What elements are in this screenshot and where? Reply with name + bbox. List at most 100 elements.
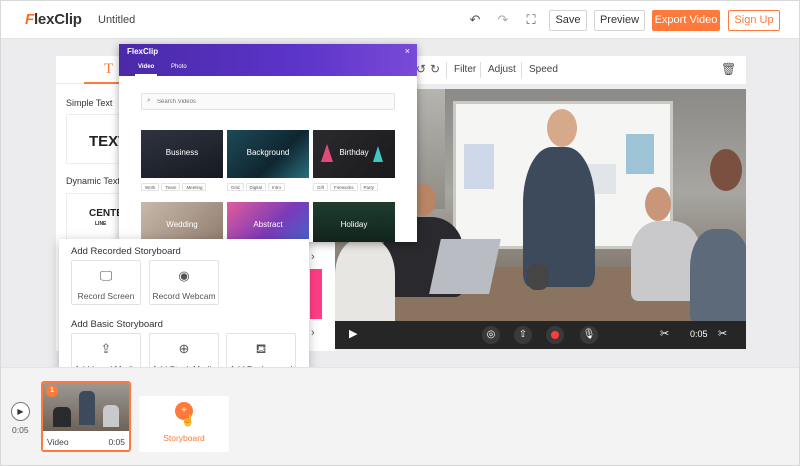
tag[interactable]: Digital [245,183,267,191]
scene-speaker [527,264,549,290]
play-icon[interactable]: ▶ [349,327,357,340]
category-tags: Grid Digital Intro [227,183,287,192]
simple-text-label: Simple Text [66,98,113,108]
add-storyboard-popup: Add Recorded Storyboard 🖵 Record Screen … [59,239,309,385]
scene-person-head [710,149,742,191]
tag[interactable]: Meeting [182,183,207,191]
tag[interactable]: Gift [313,183,329,191]
category-tags: Gift Fireworks Party [313,183,380,192]
record-icon[interactable] [546,326,564,344]
undo-icon[interactable]: ↶ [467,12,483,28]
search-icon: ⌕ [147,97,151,104]
logo-text: lexClip [33,11,82,28]
search-input[interactable] [157,96,357,108]
scene-laptop [429,239,501,294]
rotate-left-icon[interactable]: ↺ [416,62,426,76]
flexclip-logo[interactable]: FlexClip [25,11,82,28]
globe-icon[interactable]: ◎ [482,326,500,344]
speed-button[interactable]: Speed [529,64,558,75]
add-storyboard-button[interactable]: + ☝ Storyboard [139,396,229,452]
clip-label: Video [47,437,69,447]
modal-logo: FlexClip [127,47,159,56]
storyboard-label: Storyboard [163,433,205,443]
toolbar-divider [480,62,481,78]
tag[interactable]: Fireworks [330,183,358,191]
paint-bucket-icon: ⛾ [255,341,267,356]
category-business[interactable]: Business [141,130,223,178]
sign-up-button[interactable]: Sign Up [728,10,780,31]
scene-chart [464,144,494,189]
text-tab-icon[interactable]: T [104,61,113,78]
scene-person-head [547,109,577,147]
chevron-right-icon[interactable]: › [311,251,315,263]
top-bar: FlexClip Untitled ↶ ↷ ⛶ Save Preview Exp… [1,1,799,39]
scene-person-head [645,187,671,221]
dynamic-text-card[interactable]: CENTE LINE [66,193,123,243]
storyboard-clip[interactable]: 1 Video 0:05 [41,381,131,452]
category-abstract[interactable]: Abstract [227,202,309,242]
category-tags: Work Team Meeting [141,183,208,192]
tag[interactable]: Grid [227,183,244,191]
chevron-right-icon[interactable]: › [311,327,315,339]
scissors-icon[interactable]: ✂ [718,327,727,340]
editor-toolbar: ↺ ↻ Filter Adjust Speed 🗑 [416,56,746,84]
logo-mark: F [25,11,34,28]
monitor-icon: 🖵 [99,268,113,283]
upload-icon[interactable]: ⇧ [514,326,532,344]
thumb-figure [53,407,71,427]
clip-duration: 0:05 [108,437,125,447]
scene-person [690,229,746,321]
player-duration: 0:05 [690,329,708,339]
split-icon[interactable]: ✂ [660,327,669,340]
export-video-button[interactable]: Export Video [652,10,720,31]
category-label: Wedding [166,220,198,229]
fullscreen-icon[interactable]: ⛶ [523,12,539,28]
category-label: Holiday [340,220,368,229]
active-tab-indicator [135,74,157,76]
thumb-figure [103,405,119,427]
editor-window: FlexClip Untitled ↶ ↷ ⛶ Save Preview Exp… [0,0,800,466]
toolbar-divider [521,62,522,78]
category-label: Abstract [253,220,283,229]
filter-button[interactable]: Filter [454,64,476,75]
timeline-play-button[interactable]: ▶ [11,402,30,421]
tab-video[interactable]: Video [138,64,154,70]
modal-header: FlexClip × Video Photo [119,44,417,76]
basic-storyboard-heading: Add Basic Storyboard [71,319,163,330]
scene-person [335,239,395,321]
trash-icon[interactable]: 🗑 [721,62,736,76]
tag[interactable]: Work [141,183,160,191]
upload-icon: ⇪ [100,341,112,356]
save-button[interactable]: Save [549,10,587,31]
dynamic-text-sample: CENTE [89,208,123,219]
tab-photo[interactable]: Photo [171,64,187,70]
timeline-time: 0:05 [12,425,29,435]
simple-text-card[interactable]: TEXT [66,114,127,164]
preview-button[interactable]: Preview [594,10,645,31]
record-webcam-label: Record Webcam [152,291,216,301]
scene-chart [626,134,654,174]
dynamic-text-sub: LINE [95,221,107,227]
category-birthday[interactable]: Birthday [313,130,395,178]
dynamic-text-label: Dynamic Text [66,176,120,186]
adjust-button[interactable]: Adjust [488,64,516,75]
category-background[interactable]: Background [227,130,309,178]
record-dot [551,331,559,339]
category-holiday[interactable]: Holiday [313,202,395,242]
microphone-icon[interactable]: 🎙 [580,326,598,344]
category-label: Birthday [339,148,369,157]
record-screen-label: Record Screen [77,291,135,301]
tag[interactable]: Intro [268,183,286,191]
webcam-icon: ◉ [178,268,190,283]
timeline: ▶ 0:05 1 Video 0:05 + ☝ Storyboard [1,367,799,465]
project-title[interactable]: Untitled [98,14,135,26]
redo-icon[interactable]: ↷ [495,12,511,28]
record-screen-button[interactable]: 🖵 Record Screen [71,260,141,305]
clip-number-badge: 1 [46,385,58,397]
close-icon[interactable]: × [405,46,410,56]
record-webcam-button[interactable]: ◉ Record Webcam [149,260,219,305]
rotate-right-icon[interactable]: ↻ [430,62,440,76]
tag[interactable]: Team [161,183,181,191]
category-wedding[interactable]: Wedding [141,202,223,242]
tag[interactable]: Party [359,183,379,191]
